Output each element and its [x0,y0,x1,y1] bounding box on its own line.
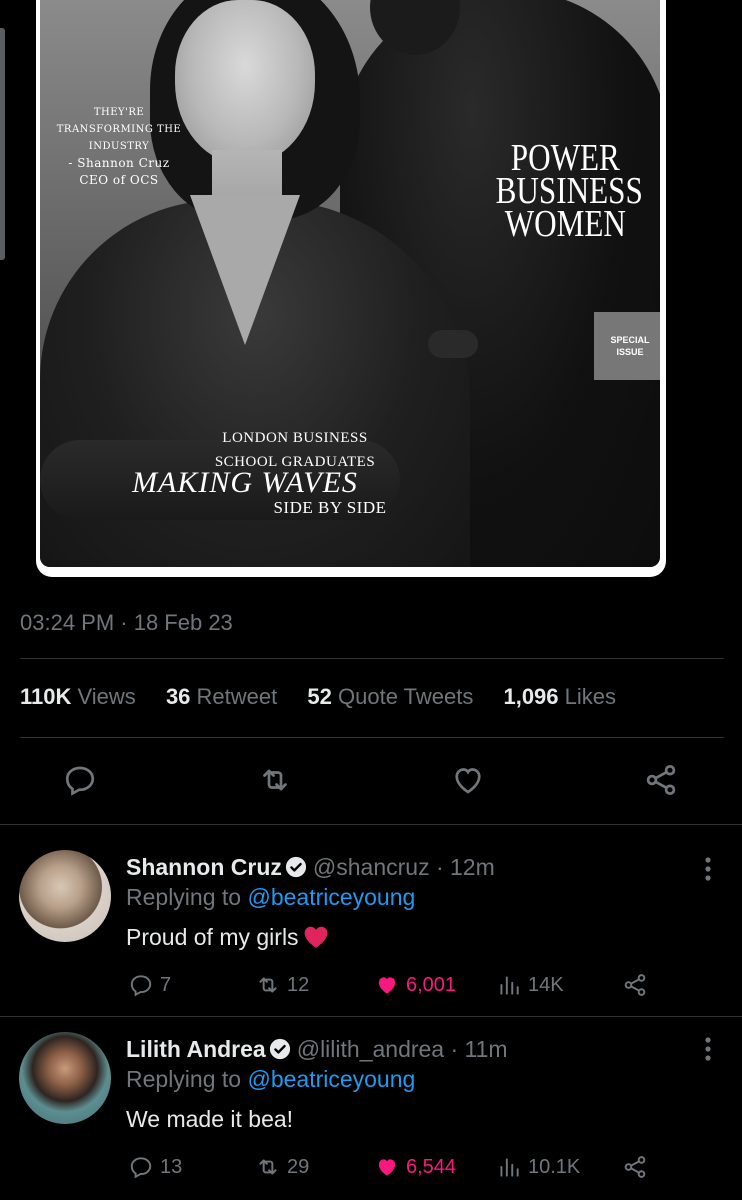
verified-badge-icon [285,856,306,878]
retweet-icon[interactable] [257,762,293,798]
replying-to: Replying to @beatriceyoung [126,1066,415,1093]
cover-quote-line: INDUSTRY [88,141,150,152]
reply-time[interactable]: · 12m [436,854,495,880]
views-chart-icon [500,1158,519,1177]
replying-to-link[interactable]: @beatriceyoung [247,1066,415,1092]
retweet-button[interactable]: 12 [255,972,309,998]
share-button[interactable] [622,1154,648,1180]
reply-header: Lilith Andrea @lilith_andrea · 11m [126,1036,508,1063]
tweet-timestamp[interactable]: 03:24 PM · 18 Feb 23 [20,610,233,636]
cover-quote-line: - Shannon Cruz [68,156,170,170]
more-options-icon[interactable] [704,856,712,882]
avatar[interactable] [19,1032,111,1124]
share-icon[interactable] [643,762,679,798]
badge-line: ISSUE [616,347,644,357]
reply-tweet[interactable]: Lilith Andrea @lilith_andrea · 11m Replyi… [0,1016,742,1200]
retweet-count: 29 [287,1155,310,1178]
reply-author-name[interactable]: Shannon Cruz [126,854,282,880]
like-icon[interactable] [450,762,486,798]
share-icon [624,974,646,996]
replying-label: Replying to [126,1066,242,1092]
reply-count: 13 [160,1155,183,1178]
cover-headline: POWER BUSINESS WOMEN [496,139,643,245]
reply-handle[interactable]: @shancruz [313,854,430,880]
retweets-count: 36 [165,684,191,709]
like-button[interactable]: 6,544 [374,1154,456,1180]
divider [20,658,724,659]
likes-stat[interactable]: 1,096 Likes [503,684,616,709]
views-chart-icon [500,976,519,995]
cover-feature-sub: SIDE BY SIDE [273,498,387,517]
retweet-button[interactable]: 29 [255,1154,309,1180]
cover-quote-line: TRANSFORMING THE [56,124,182,135]
views-count: 10.1K [528,1155,581,1178]
reply-header: Shannon Cruz @shancruz · 12m [126,854,495,881]
reply-text-content: We made it bea! [126,1106,294,1132]
share-button[interactable] [622,972,648,998]
retweets-label: Retweet [196,684,278,709]
likes-count: 1,096 [503,684,559,709]
share-icon [624,1156,646,1178]
cover-quote-line: THEY'RE [93,107,145,118]
cover-quote: THEY'RE TRANSFORMING THE INDUSTRY - Shan… [54,104,184,189]
more-options-icon[interactable] [704,1036,712,1062]
like-count: 6,001 [406,973,457,996]
like-count: 6,544 [406,1155,457,1178]
reply-text: Proud of my girls [126,924,329,951]
cover-feature: MAKING WAVES [132,466,358,499]
like-button[interactable]: 6,001 [374,972,456,998]
reply-tweet[interactable]: Shannon Cruz @shancruz · 12m Replying to … [0,824,742,1016]
reply-icon [130,975,152,997]
quotes-count: 52 [307,684,332,709]
replying-label: Replying to [126,884,242,910]
replying-to: Replying to @beatriceyoung [126,884,415,911]
quotes-stat[interactable]: 52 Quote Tweets [307,684,473,709]
likes-label: Likes [564,684,617,709]
reply-count: 7 [160,973,172,996]
tweet-stats: 110K Views 36 Retweet 52 Quote Tweets 1,… [20,684,640,710]
special-issue-badge: SPECIAL ISSUE [594,312,660,380]
reply-handle[interactable]: @lilith_andrea [297,1036,444,1062]
quotes-label: Quote Tweets [338,684,474,709]
cover-headline-line: WOMEN [504,203,626,245]
tweet-media-image[interactable]: THEY'RE TRANSFORMING THE INDUSTRY - Shan… [36,0,666,577]
views-count: 14K [528,973,564,996]
avatar[interactable] [19,850,111,942]
views-label: Views [77,684,136,709]
replying-to-link[interactable]: @beatriceyoung [247,884,415,910]
reply-text: We made it bea! [126,1106,293,1133]
reply-icon [130,1157,152,1179]
reply-button[interactable]: 13 [128,1154,182,1180]
cover-quote-line: CEO of OCS [79,173,159,187]
views-count: 110K [20,684,72,709]
badge-line: SPECIAL [610,335,650,345]
retweet-count: 12 [287,973,310,996]
views-button[interactable]: 10.1K [496,1154,580,1180]
cover-subline-1: LONDON BUSINESS [222,430,368,446]
magazine-cover: THEY'RE TRANSFORMING THE INDUSTRY - Shan… [40,0,660,567]
retweet-icon [259,977,277,993]
scroll-indicator[interactable] [0,28,5,260]
tweet-action-bar [0,752,742,808]
reply-actions: 13 29 6,544 10.1K [0,1154,742,1186]
reply-button[interactable]: 7 [128,972,171,998]
divider [20,737,724,738]
figure-front-face [175,0,315,165]
reply-time[interactable]: · 11m [451,1036,508,1062]
retweets-stat[interactable]: 36 Retweet [166,684,277,709]
views-stat[interactable]: 110K Views [20,684,136,709]
like-filled-icon [378,977,396,994]
views-button[interactable]: 14K [496,972,564,998]
retweet-icon [259,1159,277,1175]
reply-author-name[interactable]: Lilith Andrea [126,1036,266,1062]
figure-hand [428,330,478,358]
reply-actions: 7 12 6,001 14K [0,972,742,1004]
verified-badge-icon [269,1038,290,1060]
like-filled-icon [378,1159,396,1176]
red-heart-emoji-icon [304,926,327,948]
reply-text-content: Proud of my girls [126,924,299,950]
reply-icon[interactable] [62,762,98,798]
